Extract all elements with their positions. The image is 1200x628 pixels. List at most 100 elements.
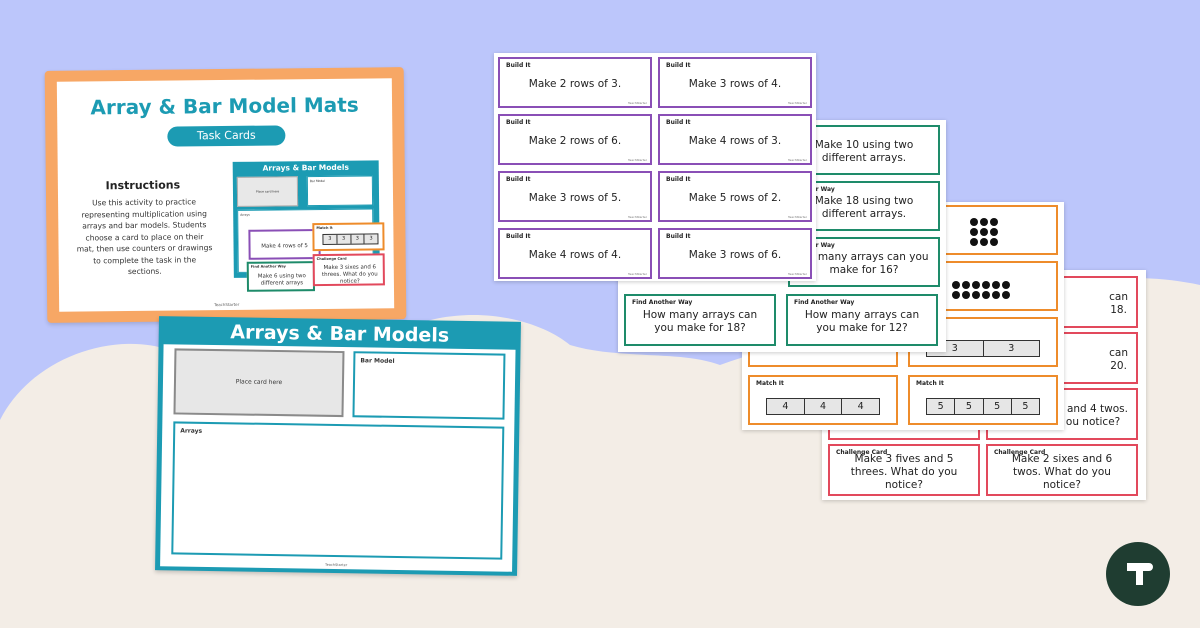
- find-card: Find Another Way How many arrays can you…: [786, 294, 938, 346]
- match-card: Match It 5 5 5 5: [908, 375, 1058, 425]
- bar-cell: 4: [857, 401, 864, 412]
- mini-match-cell: 3: [337, 234, 352, 244]
- peek-line: s and 4 twos.: [1058, 403, 1128, 415]
- card-brand: TeachStarter: [788, 158, 807, 162]
- mini-match-bar: 3 3 3 3: [322, 233, 379, 245]
- teach-starter-logo-icon: [1127, 563, 1153, 585]
- find-text: Make 10 using two different arrays.: [814, 139, 914, 164]
- counter-dot: [970, 238, 978, 246]
- counter-dot: [970, 228, 978, 236]
- counter-dot: [962, 281, 970, 289]
- build-it-card: Build It Make 2 rows of 6. TeachStarter: [498, 114, 652, 165]
- find-text: Make 18 using two different arrays.: [814, 195, 914, 220]
- arrays-area: Arrays: [171, 421, 505, 560]
- card-text: Make 4 rows of 3.: [688, 135, 782, 147]
- instructions-heading: Instructions: [105, 178, 181, 193]
- mini-challenge-card: Challenge Card Make 3 sixes and 6 threes…: [312, 253, 385, 287]
- card-text: Make 2 rows of 3.: [528, 78, 622, 90]
- find-text: How many arrays can you make for 12?: [804, 309, 920, 334]
- counter-dot: [990, 228, 998, 236]
- place-card-area: Place card here: [173, 348, 345, 418]
- peek-line: 18.: [1110, 304, 1127, 316]
- counter-dot: [980, 238, 988, 246]
- card-text: Make 4 rows of 4.: [528, 249, 622, 261]
- bar-model-area: Bar Model: [352, 351, 506, 420]
- bar-cell: 5: [984, 399, 1012, 414]
- counter-dot: [970, 218, 978, 226]
- dot-array: [970, 218, 998, 246]
- counter-dot: [972, 291, 980, 299]
- build-it-card: Build It Make 5 rows of 2. TeachStarter: [658, 171, 812, 222]
- card-text: Make 3 rows of 4.: [688, 78, 782, 90]
- card-brand: TeachStarter: [788, 101, 807, 105]
- build-it-card: Build It Make 3 rows of 4. TeachStarter: [658, 57, 812, 108]
- counter-dot: [1002, 291, 1010, 299]
- card-text: Make 3 rows of 6.: [688, 249, 782, 261]
- bar-model: 5 5 5 5: [926, 398, 1040, 415]
- mini-find-category: Find Another Way: [250, 264, 286, 269]
- build-it-sheet: Build It Make 2 rows of 3. TeachStarter Bui…: [494, 53, 816, 281]
- card-text: How many arrays can you make for 12?: [788, 296, 936, 344]
- counter-dot: [1002, 281, 1010, 289]
- mini-mat-title: Arrays & Bar Models: [262, 162, 349, 173]
- counter-dot: [962, 291, 970, 299]
- bar-cell: 5: [955, 399, 984, 414]
- counter-dot: [990, 238, 998, 246]
- mini-build-text: Make 4 rows of 5: [261, 243, 308, 250]
- bar-cell: 4: [805, 399, 843, 414]
- cover-mat: Array & Bar Model Mats Task Cards Instru…: [44, 67, 407, 323]
- mini-challenge-text: Make 3 sixes and 6 threes. What do you n…: [321, 264, 378, 285]
- mini-place-area: Place card here: [236, 176, 299, 207]
- mini-arrays-label: Arrays: [240, 212, 250, 217]
- card-category: Match It: [916, 380, 944, 387]
- card-brand: TeachStarter: [628, 158, 647, 162]
- counter-dot: [952, 281, 960, 289]
- bar-cell: 5: [1022, 401, 1029, 412]
- challenge-text: Make 3 fives and 5 threes. What do you n…: [850, 452, 958, 491]
- counter-dot: [952, 291, 960, 299]
- card-brand: TeachStarter: [788, 272, 807, 276]
- counter-dot: [992, 281, 1000, 289]
- match-card: Match It 4 4 4: [748, 375, 898, 425]
- counter-dot: [990, 218, 998, 226]
- teach-starter-logo: [1106, 542, 1170, 606]
- mat-title: Arrays & Bar Models: [230, 321, 450, 347]
- mini-place-label: Place card here: [255, 189, 280, 194]
- card-text: Make 2 sixes and 6 twos. What do you not…: [988, 446, 1136, 494]
- find-card: Find Another Way How many arrays can you…: [624, 294, 776, 346]
- mat-brand: TeachStarter: [325, 562, 348, 568]
- card-brand: TeachStarter: [628, 101, 647, 105]
- counter-dot: [992, 291, 1000, 299]
- mini-challenge-category: Challenge Card: [316, 256, 347, 262]
- bar-model: 4 4 4: [766, 398, 880, 415]
- card-brand: TeachStarter: [788, 215, 807, 219]
- mini-build-card: Make 4 rows of 5: [248, 229, 321, 260]
- challenge-card: Challenge Card Make 2 sixes and 6 twos. …: [986, 444, 1138, 496]
- card-text: Make 3 fives and 5 threes. What do you n…: [830, 446, 978, 494]
- mini-bar-area: Bar Model: [306, 175, 374, 207]
- dot-array: [952, 281, 1010, 299]
- build-it-card: Build It Make 4 rows of 4. TeachStarter: [498, 228, 652, 279]
- challenge-text: Make 2 sixes and 6 twos. What do you not…: [1011, 452, 1113, 491]
- peek-line: 20.: [1110, 360, 1127, 372]
- mini-bar-label: Bar Model: [309, 178, 325, 184]
- cover-subtitle: Task Cards: [167, 125, 286, 147]
- bar-cell: 4: [767, 399, 805, 414]
- cover-brand: TeachStarter: [213, 301, 240, 308]
- bar-model-label: Bar Model: [360, 357, 395, 365]
- mini-find-text: Make 6 using two different arrays: [257, 273, 306, 287]
- card-brand: TeachStarter: [628, 272, 647, 276]
- bar-cell: 3: [1008, 343, 1015, 354]
- peek-line: can: [1109, 347, 1128, 359]
- card-brand: TeachStarter: [628, 215, 647, 219]
- card-text: Make 2 rows of 6.: [528, 135, 622, 147]
- instructions-text: Use this activity to practice representi…: [76, 197, 213, 277]
- counter-dot: [980, 228, 988, 236]
- counter-dot: [982, 291, 990, 299]
- challenge-card: Challenge Card Make 3 fives and 5 threes…: [828, 444, 980, 496]
- mini-match-cell: 3: [369, 235, 373, 242]
- cover-title: Array & Bar Model Mats: [90, 92, 359, 120]
- build-it-card: Build It Make 3 rows of 6. TeachStarter: [658, 228, 812, 279]
- arrays-label: Arrays: [180, 427, 203, 435]
- mini-match-card: Match It 3 3 3 3: [312, 222, 385, 252]
